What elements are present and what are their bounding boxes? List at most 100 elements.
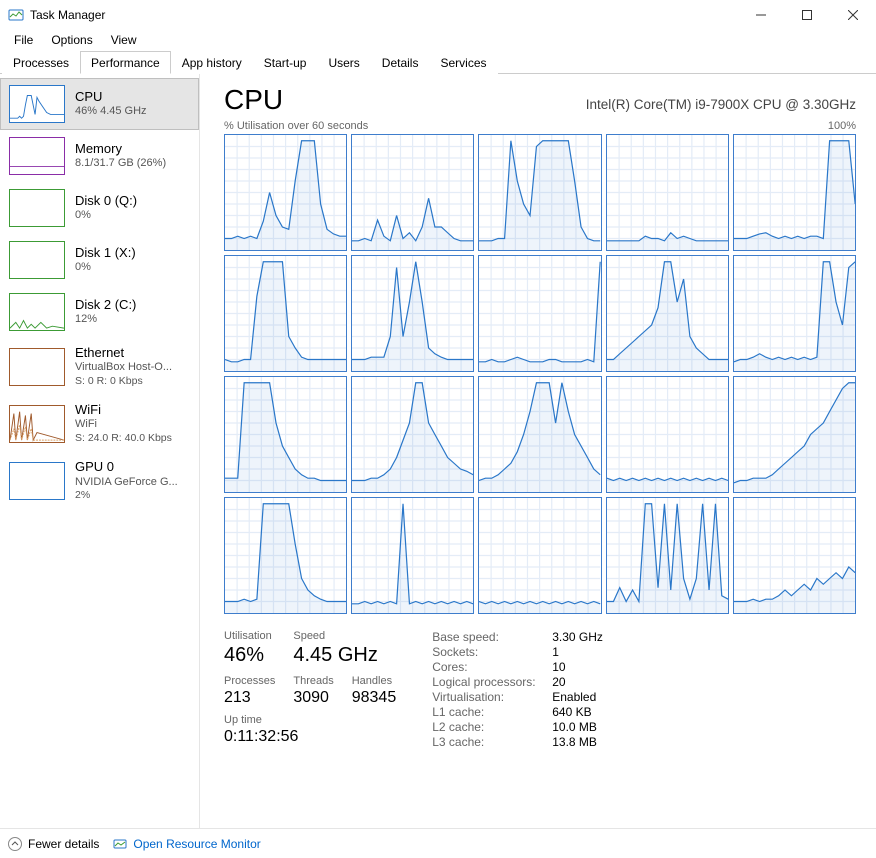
sidebar-disk0-sub: 0% bbox=[75, 209, 137, 223]
tab-users[interactable]: Users bbox=[317, 51, 370, 74]
tab-details[interactable]: Details bbox=[371, 51, 430, 74]
cpu-thumb bbox=[9, 85, 65, 123]
disk2-thumb bbox=[9, 293, 65, 331]
stat-right-row: L2 cache:10.0 MB bbox=[432, 720, 603, 734]
cpu-chart-15 bbox=[224, 497, 347, 614]
chart-label-right: 100% bbox=[828, 120, 856, 132]
sidebar-gpu-sub2: 2% bbox=[75, 489, 178, 502]
stat-right-value: 10 bbox=[552, 660, 565, 674]
tab-services[interactable]: Services bbox=[429, 51, 497, 74]
app-icon bbox=[8, 7, 24, 23]
sidebar-disk1-title: Disk 1 (X:) bbox=[75, 245, 136, 261]
sidebar-disk2-title: Disk 2 (C:) bbox=[75, 297, 136, 313]
tab-app-history[interactable]: App history bbox=[171, 51, 253, 74]
stat-right-key: Cores: bbox=[432, 660, 552, 674]
open-resource-monitor-link[interactable]: Open Resource Monitor bbox=[113, 837, 260, 851]
cpu-chart-10 bbox=[224, 376, 347, 493]
cpu-stats: Utilisation Speed 46% 4.45 GHz Processes… bbox=[224, 630, 856, 750]
stat-right-row: Virtualisation:Enabled bbox=[432, 690, 603, 704]
tab-processes[interactable]: Processes bbox=[2, 51, 80, 74]
cpu-chart-14 bbox=[733, 376, 856, 493]
fewer-details-label: Fewer details bbox=[28, 837, 99, 851]
stat-right-row: Base speed:3.30 GHz bbox=[432, 630, 603, 644]
stat-uptime-label: Up time bbox=[224, 714, 396, 726]
sidebar-cpu-sub: 46% 4.45 GHz bbox=[75, 105, 147, 119]
stat-right-key: L3 cache: bbox=[432, 735, 552, 749]
stat-right-value: 3.30 GHz bbox=[552, 630, 603, 644]
cpu-chart-18 bbox=[606, 497, 729, 614]
tabbar: Processes Performance App history Start-… bbox=[0, 50, 876, 74]
chart-label-left: % Utilisation over 60 seconds bbox=[224, 120, 368, 132]
menu-options[interactable]: Options bbox=[43, 31, 100, 49]
stat-speed-label: Speed bbox=[293, 630, 333, 642]
stat-right-row: Cores:10 bbox=[432, 660, 603, 674]
cpu-chart-17 bbox=[478, 497, 601, 614]
cpu-chart-6 bbox=[351, 255, 474, 372]
close-button[interactable] bbox=[830, 0, 876, 30]
sidebar-item-cpu[interactable]: CPU 46% 4.45 GHz bbox=[0, 78, 199, 130]
cpu-stats-right: Base speed:3.30 GHzSockets:1Cores:10Logi… bbox=[432, 630, 603, 750]
open-resource-monitor-label: Open Resource Monitor bbox=[133, 837, 260, 851]
sidebar-memory-title: Memory bbox=[75, 141, 166, 157]
stat-right-row: Sockets:1 bbox=[432, 645, 603, 659]
chevron-up-icon bbox=[8, 837, 22, 851]
fewer-details-button[interactable]: Fewer details bbox=[8, 837, 99, 851]
stat-uptime-value: 0:11:32:56 bbox=[224, 728, 396, 750]
sidebar-disk1-sub: 0% bbox=[75, 261, 136, 275]
tab-startup[interactable]: Start-up bbox=[253, 51, 318, 74]
sidebar-disk2-sub: 12% bbox=[75, 313, 136, 327]
maximize-button[interactable] bbox=[784, 0, 830, 30]
stat-right-key: Base speed: bbox=[432, 630, 552, 644]
cpu-chart-19 bbox=[733, 497, 856, 614]
sidebar-item-disk1[interactable]: Disk 1 (X:) 0% bbox=[0, 234, 199, 286]
sidebar-memory-sub: 8.1/31.7 GB (26%) bbox=[75, 157, 166, 171]
stat-threads-value: 3090 bbox=[293, 689, 333, 711]
sidebar-item-ethernet[interactable]: Ethernet VirtualBox Host-O... S: 0 R: 0 … bbox=[0, 338, 199, 395]
cpu-chart-16 bbox=[351, 497, 474, 614]
cpu-chart-8 bbox=[606, 255, 729, 372]
stat-right-row: L1 cache:640 KB bbox=[432, 705, 603, 719]
cpu-chart-4 bbox=[733, 134, 856, 251]
stat-utilisation-value: 46% bbox=[224, 644, 275, 673]
window-title: Task Manager bbox=[30, 8, 105, 22]
sidebar-item-disk0[interactable]: Disk 0 (Q:) 0% bbox=[0, 182, 199, 234]
sidebar-wifi-sub2: S: 24.0 R: 40.0 Kbps bbox=[75, 432, 172, 445]
sidebar-wifi-title: WiFi bbox=[75, 402, 172, 418]
sidebar: CPU 46% 4.45 GHz Memory 8.1/31.7 GB (26%… bbox=[0, 74, 200, 828]
cpu-chart-9 bbox=[733, 255, 856, 372]
cpu-chart-2 bbox=[478, 134, 601, 251]
stat-processes-value: 213 bbox=[224, 689, 275, 711]
menubar: File Options View bbox=[0, 30, 876, 50]
stat-processes-label: Processes bbox=[224, 675, 275, 687]
cpu-chart-grid bbox=[224, 134, 856, 614]
tab-performance[interactable]: Performance bbox=[80, 51, 171, 74]
cpu-chart-11 bbox=[351, 376, 474, 493]
stat-right-row: L3 cache:13.8 MB bbox=[432, 735, 603, 749]
stat-right-value: 20 bbox=[552, 675, 565, 689]
menu-view[interactable]: View bbox=[103, 31, 145, 49]
sidebar-ethernet-title: Ethernet bbox=[75, 345, 172, 361]
cpu-chart-0 bbox=[224, 134, 347, 251]
stat-right-value: 640 KB bbox=[552, 705, 591, 719]
disk0-thumb bbox=[9, 189, 65, 227]
sidebar-item-wifi[interactable]: WiFi WiFi S: 24.0 R: 40.0 Kbps bbox=[0, 395, 199, 452]
stat-right-value: 13.8 MB bbox=[552, 735, 597, 749]
stat-right-key: L2 cache: bbox=[432, 720, 552, 734]
stat-utilisation-label: Utilisation bbox=[224, 630, 275, 642]
page-subtitle: Intel(R) Core(TM) i9-7900X CPU @ 3.30GHz bbox=[586, 97, 856, 112]
stat-right-key: L1 cache: bbox=[432, 705, 552, 719]
cpu-chart-5 bbox=[224, 255, 347, 372]
sidebar-item-memory[interactable]: Memory 8.1/31.7 GB (26%) bbox=[0, 130, 199, 182]
stat-right-key: Virtualisation: bbox=[432, 690, 552, 704]
minimize-button[interactable] bbox=[738, 0, 784, 30]
stat-speed-value: 4.45 GHz bbox=[293, 644, 396, 673]
resource-monitor-icon bbox=[113, 837, 127, 851]
stat-threads-label: Threads bbox=[293, 675, 333, 687]
gpu-thumb bbox=[9, 462, 65, 500]
sidebar-item-disk2[interactable]: Disk 2 (C:) 12% bbox=[0, 286, 199, 338]
menu-file[interactable]: File bbox=[6, 31, 41, 49]
cpu-chart-13 bbox=[606, 376, 729, 493]
wifi-thumb bbox=[9, 405, 65, 443]
ethernet-thumb bbox=[9, 348, 65, 386]
sidebar-item-gpu[interactable]: GPU 0 NVIDIA GeForce G... 2% bbox=[0, 452, 199, 509]
